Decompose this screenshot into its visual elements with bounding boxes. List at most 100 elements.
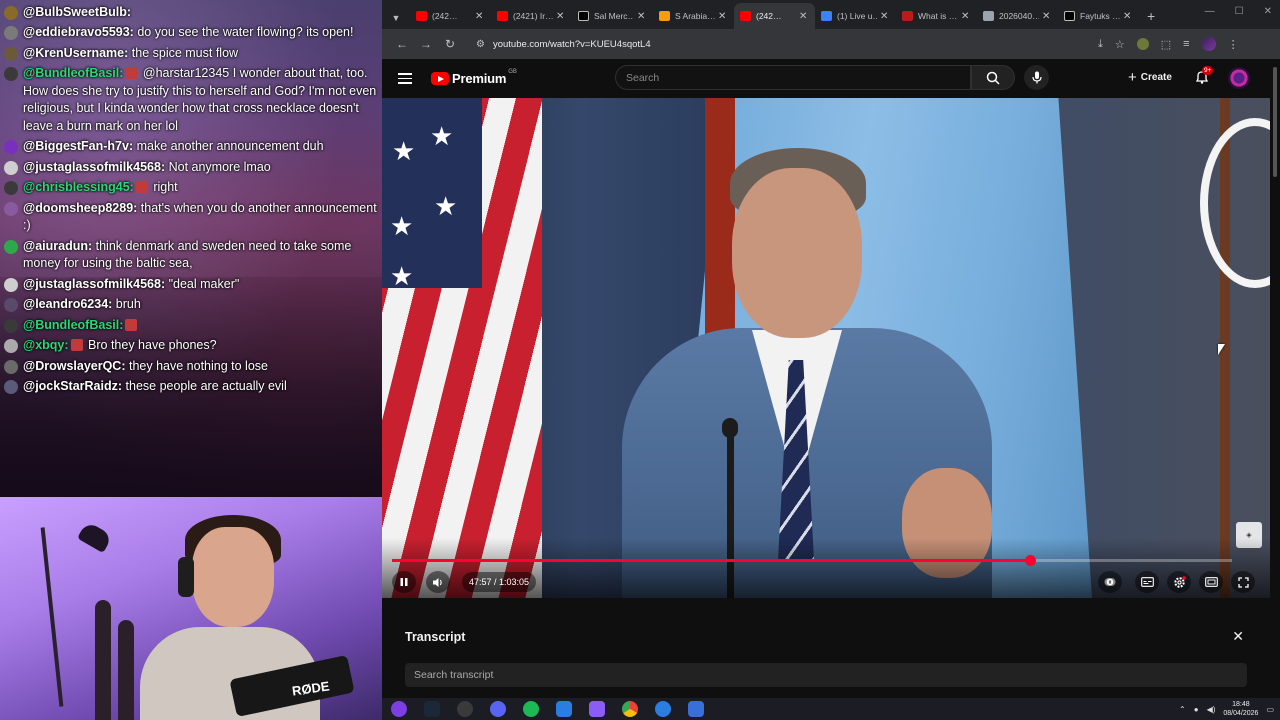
discord-icon[interactable] (490, 701, 506, 717)
chat-username[interactable]: @jockStarRaidz: (23, 379, 122, 393)
tab-close-icon[interactable]: ✕ (1123, 11, 1133, 22)
create-button[interactable]: + Create (1118, 66, 1182, 89)
browser-tab[interactable]: S Arabia… ✕ (653, 3, 734, 29)
close-window-icon[interactable]: ✕ (1264, 6, 1272, 17)
chat-username[interactable]: @BundleofBasil: (23, 66, 123, 80)
new-tab-plus-icon[interactable]: + (1147, 3, 1155, 29)
chat-avatar[interactable] (4, 277, 18, 292)
account-avatar[interactable] (1228, 67, 1250, 89)
youtube-logo[interactable]: Premium GB (431, 69, 517, 86)
tab-close-icon[interactable]: ✕ (637, 11, 647, 22)
chat-username[interactable]: @eddiebravo5593: (23, 25, 134, 39)
progress-bar[interactable] (392, 555, 1232, 566)
install-app-icon[interactable]: ⤓ (1098, 38, 1103, 51)
chat-username[interactable]: @DrowslayerQC: (23, 359, 126, 373)
tab-close-icon[interactable]: ✕ (556, 11, 566, 22)
tab-close-icon[interactable]: ✕ (880, 11, 890, 22)
chat-avatar[interactable] (4, 67, 18, 81)
spotify-icon[interactable] (523, 701, 539, 717)
tab-close-icon[interactable]: ✕ (475, 11, 485, 22)
calculator-icon[interactable] (688, 701, 704, 717)
obs-icon[interactable] (457, 701, 473, 717)
back-arrow-icon[interactable]: ← (390, 37, 414, 51)
chat-username[interactable]: @justaglassofmilk4568: (23, 277, 165, 291)
media-controls-icon[interactable]: ≡ (1183, 38, 1189, 50)
system-clock[interactable]: 18:48 08/04/2026 (1223, 700, 1258, 718)
forward-arrow-icon[interactable]: → (414, 37, 438, 51)
chat-avatar[interactable] (4, 140, 18, 154)
url-field[interactable]: ⚙ youtube.com/watch?v=KUEU4sqotL4 (466, 32, 1092, 56)
reload-icon[interactable]: ↻ (438, 37, 462, 51)
page-scrollbar[interactable] (1270, 59, 1280, 698)
subtitles-button[interactable] (1135, 571, 1159, 593)
chat-avatar[interactable] (4, 5, 18, 20)
extension-icon[interactable] (1136, 38, 1149, 50)
video-player[interactable]: ★ ★ ★ ★ ★ ◈ 47:57 / 1:03:05 (382, 98, 1270, 598)
chrome-icon[interactable] (622, 701, 638, 717)
tray-chevron-up-icon[interactable]: ⌃ (1179, 705, 1186, 714)
tray-speaker-icon[interactable]: ◀) (1207, 705, 1216, 714)
pause-button[interactable] (392, 571, 416, 593)
chat-avatar[interactable] (4, 181, 18, 195)
transcript-search-input[interactable]: Search transcript (405, 663, 1247, 687)
browser-menu-icon[interactable]: ⋮ (1228, 38, 1239, 51)
bookmark-star-icon[interactable]: ☆ (1115, 38, 1125, 51)
taskbar-app-icon[interactable] (556, 701, 572, 717)
browser-tab[interactable]: 2026040… ✕ (977, 3, 1058, 29)
tray-microphone-icon[interactable]: ● (1194, 705, 1199, 714)
menu-hamburger-icon[interactable] (398, 73, 412, 84)
chat-username[interactable]: @KrenUsername: (23, 46, 128, 60)
volume-button[interactable] (426, 571, 450, 593)
taskbar-app-icon[interactable] (391, 701, 407, 717)
chat-avatar[interactable] (4, 339, 18, 353)
voice-search-button[interactable] (1024, 65, 1049, 90)
transcript-close-icon[interactable]: ✕ (1232, 628, 1244, 645)
browser-tab[interactable]: What is … ✕ (896, 3, 977, 29)
chat-username[interactable]: @xbqy: (23, 338, 69, 352)
progress-scrubber[interactable] (1024, 555, 1036, 566)
tab-close-icon[interactable]: ✕ (961, 11, 971, 22)
chat-username[interactable]: @BulbSweetBulb: (23, 5, 131, 19)
chat-avatar[interactable] (4, 46, 18, 61)
tab-close-icon[interactable]: ✕ (718, 11, 728, 22)
chat-avatar[interactable] (4, 160, 18, 175)
chat-avatar[interactable] (4, 298, 18, 312)
minimize-icon[interactable]: — (1205, 6, 1215, 17)
site-info-icon[interactable]: ⚙ (476, 39, 485, 50)
tab-search-chevron-icon[interactable]: ▼ (388, 7, 404, 29)
chat-avatar[interactable] (4, 239, 18, 254)
taskbar-app-icon[interactable] (655, 701, 671, 717)
notifications-button[interactable]: 9+ (1194, 66, 1214, 89)
fullscreen-button[interactable] (1231, 571, 1255, 593)
chat-avatar[interactable] (4, 318, 18, 333)
chat-avatar[interactable] (4, 380, 18, 394)
extensions-puzzle-icon[interactable]: ⬚ (1161, 38, 1171, 51)
chat-username[interactable]: @leandro6234: (23, 297, 112, 311)
chat-username[interactable]: @doomsheep8289: (23, 201, 137, 215)
chat-username[interactable]: @aiuradun: (23, 239, 92, 253)
chat-avatar[interactable] (4, 26, 18, 40)
browser-tab[interactable]: Sal Merc… ✕ (572, 3, 653, 29)
scrollbar-thumb[interactable] (1273, 67, 1277, 177)
chat-username[interactable]: @chrisblessing45: (23, 180, 134, 194)
chat-username[interactable]: @justaglassofmilk4568: (23, 160, 165, 174)
theater-mode-button[interactable] (1199, 571, 1223, 593)
taskbar-app-icon[interactable] (589, 701, 605, 717)
profile-avatar-icon[interactable] (1201, 37, 1216, 51)
autoplay-toggle[interactable] (1098, 571, 1122, 593)
youtube-search-input[interactable]: Search (615, 65, 971, 90)
browser-tab[interactable]: (2421) Ir… ✕ (491, 3, 572, 29)
search-button[interactable] (971, 65, 1015, 90)
chat-username[interactable]: @BiggestFan-h7v: (23, 139, 133, 153)
browser-tab[interactable]: (242… ✕ (410, 3, 491, 29)
browser-tab[interactable]: (1) Live u… ✕ (815, 3, 896, 29)
maximize-icon[interactable]: ☐ (1235, 6, 1244, 17)
tab-close-icon[interactable]: ✕ (1042, 11, 1052, 22)
browser-tab[interactable]: Faytuks … ✕ (1058, 3, 1139, 29)
chat-username[interactable]: @BundleofBasil: (23, 318, 123, 332)
settings-button[interactable] (1167, 571, 1191, 593)
chat-avatar[interactable] (4, 201, 18, 216)
notifications-tray-icon[interactable]: ▭ (1266, 705, 1274, 714)
browser-tab[interactable]: (242… ✕ (734, 3, 815, 29)
steam-icon[interactable] (424, 701, 440, 717)
